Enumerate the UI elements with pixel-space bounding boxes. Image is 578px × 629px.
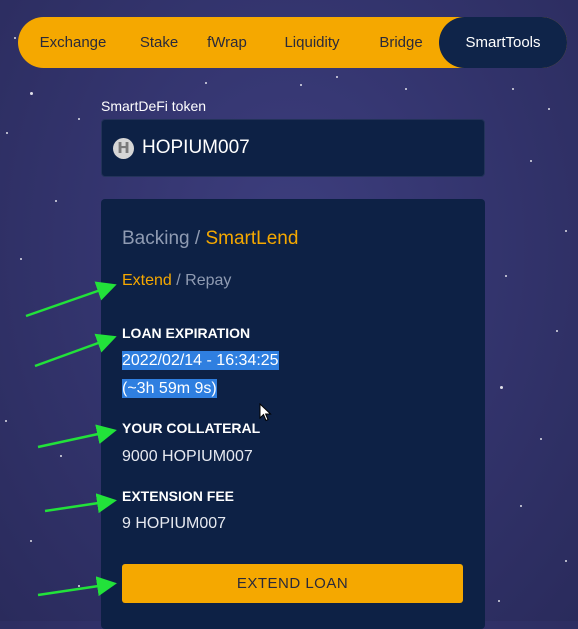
- nav-item-smarttools[interactable]: SmartTools: [439, 17, 567, 68]
- loan-expiration-remaining: (~3h 59m 9s): [122, 379, 217, 398]
- subnav-separator: /: [171, 272, 186, 289]
- heading-separator: /: [189, 228, 206, 249]
- tab-repay[interactable]: Repay: [185, 272, 231, 289]
- nav-item-stake[interactable]: Stake: [128, 17, 190, 68]
- loan-expiration-remaining-text: (~3h 59m 9s): [122, 379, 217, 398]
- collateral-value: 9000 HOPIUM007: [122, 448, 253, 465]
- extend-loan-button[interactable]: EXTEND LOAN: [122, 564, 463, 603]
- extension-fee-value: 9 HOPIUM007: [122, 515, 227, 532]
- nav-item-liquidity[interactable]: Liquidity: [274, 17, 350, 68]
- tab-extend[interactable]: Extend: [122, 272, 172, 289]
- mouse-cursor-icon: [259, 403, 272, 422]
- extension-fee-title: EXTENSION FEE: [122, 488, 235, 504]
- nav-item-bridge[interactable]: Bridge: [368, 17, 434, 68]
- loan-expiration-date: 2022/02/14 - 16:34:25: [122, 351, 279, 370]
- tab-backing[interactable]: Backing: [122, 228, 190, 249]
- nav-item-exchange[interactable]: Exchange: [30, 17, 116, 68]
- token-name: HOPIUM007: [142, 137, 250, 158]
- nav-item-fwrap[interactable]: fWrap: [198, 17, 256, 68]
- smartlend-card: Backing / SmartLend Extend / Repay LOAN …: [101, 199, 485, 629]
- main-nav: Exchange Stake fWrap Liquidity Bridge Sm…: [18, 17, 567, 68]
- h-token-icon: H: [113, 138, 134, 159]
- loan-expiration-title: LOAN EXPIRATION: [122, 325, 251, 341]
- collateral-title: YOUR COLLATERAL: [122, 420, 261, 436]
- token-selector[interactable]: H HOPIUM007: [101, 119, 485, 177]
- card-subnav: Extend / Repay: [122, 272, 231, 290]
- tab-smartlend[interactable]: SmartLend: [205, 228, 298, 249]
- loan-expiration-date-text: 2022/02/14 - 16:34:25: [122, 351, 279, 370]
- card-heading: Backing / SmartLend: [122, 228, 298, 250]
- token-field-label: SmartDeFi token: [101, 98, 207, 114]
